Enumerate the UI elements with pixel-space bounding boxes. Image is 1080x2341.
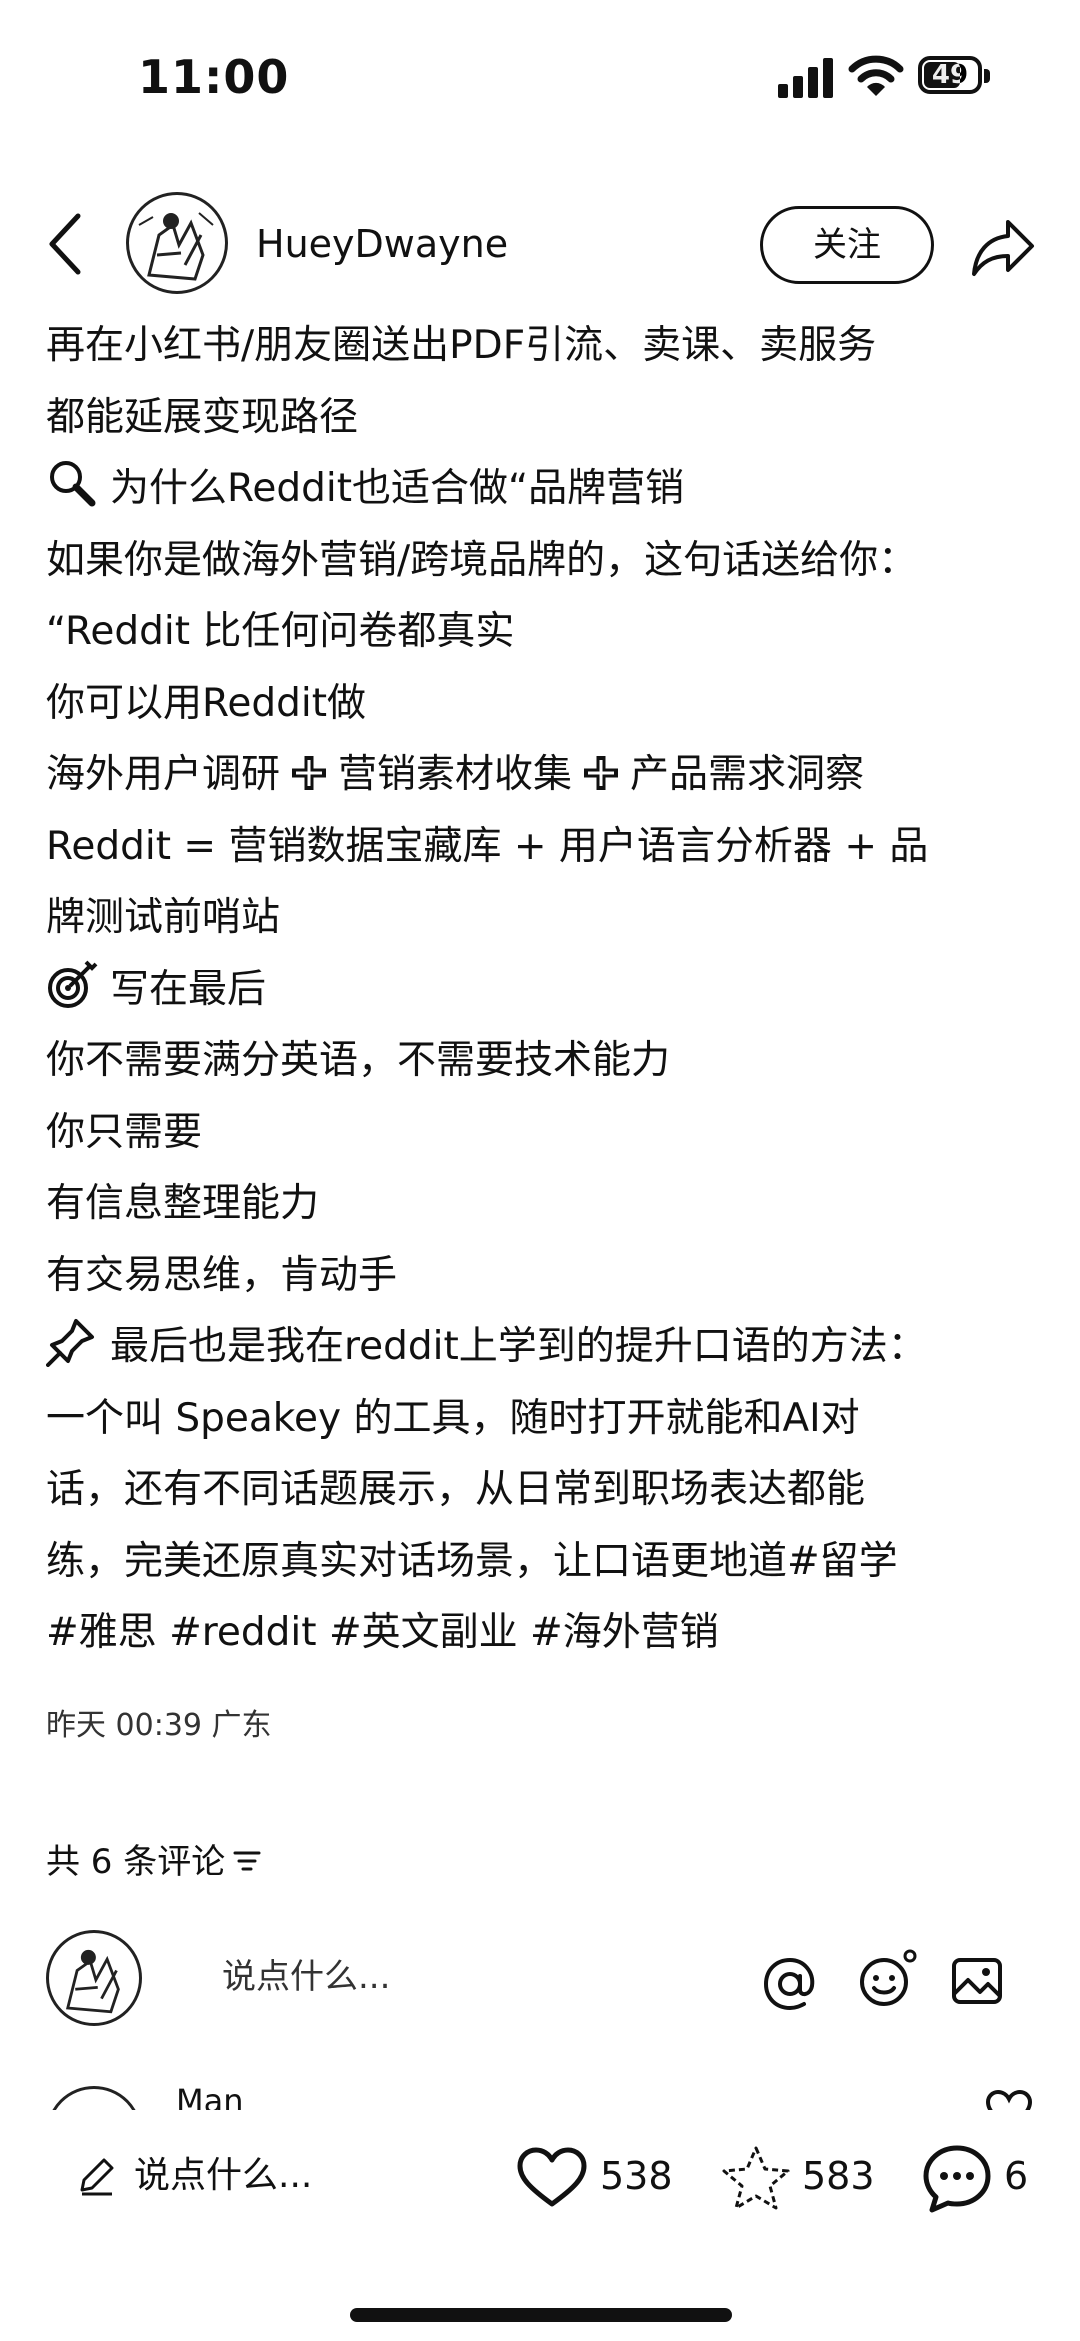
- status-bar: 11:00 49: [0, 0, 1080, 150]
- author-name[interactable]: HueyDwayne: [256, 218, 508, 270]
- my-avatar[interactable]: [46, 1930, 142, 2026]
- comment-like-icon[interactable]: [984, 2088, 1034, 2110]
- status-time: 11:00: [138, 50, 290, 104]
- collect-star-icon[interactable]: [720, 2144, 792, 2212]
- post-line: 练，完美还原真实对话场景，让口语更地道#留学: [46, 1538, 898, 1584]
- post-line: 如果你是做海外营销/跨境品牌的，这句话送给你：: [46, 537, 918, 583]
- like-count: 538: [600, 2154, 673, 2198]
- comment-item[interactable]: Man: [0, 2080, 1080, 2110]
- avatar-illustration-icon: [138, 212, 214, 281]
- post-line-text: 写在最后: [110, 966, 267, 1012]
- sparkle-cross-icon: [292, 756, 327, 790]
- post-line: 牌测试前哨站: [46, 895, 281, 940]
- post-line: 你不需要满分英语，不需要技术能力: [46, 1038, 671, 1083]
- comment-count-header[interactable]: 共 6 条评论: [46, 1834, 263, 1883]
- bottom-comment-input[interactable]: 说点什么...: [134, 2146, 312, 2206]
- comment-count-label: 共 6 条评论: [46, 1842, 226, 1882]
- back-arrow-icon[interactable]: [44, 210, 88, 278]
- pushpin-emoji-icon: [46, 1319, 94, 1367]
- post-line-text: 营销素材收集: [338, 752, 573, 797]
- target-emoji-icon: [48, 960, 98, 1008]
- post-line: 你可以用Reddit做: [46, 680, 366, 726]
- comment-input-row: 说点什么...: [0, 1924, 1080, 2034]
- post-line-text: 产品需求洞察: [630, 752, 865, 797]
- post-hashtags[interactable]: #雅思 #reddit #英文副业 #海外营销: [46, 1597, 1046, 1669]
- magnifier-emoji-icon: [50, 461, 96, 507]
- comment-input[interactable]: 说点什么...: [186, 1944, 706, 2010]
- post-body: 再在小红书/朋友圈送出PDF引流、卖课、卖服务 都能延展变现路径 为什么Redd…: [46, 310, 1046, 1669]
- bottom-action-bar: 说点什么... 538 583 6: [0, 2120, 1080, 2260]
- post-header: HueyDwayne 关注: [0, 190, 1080, 300]
- post-line: 有交易思维，肯动手: [46, 1252, 398, 1298]
- post-line: Reddit = 营销数据宝藏库 + 用户语言分析器 + 品: [46, 823, 929, 869]
- sort-filter-icon[interactable]: [231, 1847, 263, 1875]
- post-line-with-icon: 为什么Reddit也适合做“品牌营销: [46, 453, 1046, 525]
- home-indicator[interactable]: [350, 2308, 732, 2322]
- post-line: 有信息整理能力: [46, 1181, 320, 1226]
- battery-level: 49: [931, 60, 969, 90]
- image-picker-icon[interactable]: [950, 1954, 1004, 2008]
- post-meta: 昨天 00:39 广东: [46, 1708, 272, 1743]
- post-line-text: 为什么Reddit也适合做“品牌营销: [110, 466, 685, 511]
- post-line: 话，还有不同话题展示，从日常到职场表达都能: [46, 1467, 866, 1512]
- comment-bubble-icon[interactable]: [920, 2142, 994, 2216]
- comment-total-count: 6: [1004, 2154, 1029, 2198]
- post-line-with-icons: 海外用户调研 营销素材收集 产品需求洞察: [46, 739, 1046, 811]
- avatar-illustration-icon: [65, 1949, 120, 2014]
- post-line-with-icon: 写在最后: [46, 954, 1046, 1026]
- sparkle-cross-icon: [584, 756, 619, 790]
- like-heart-icon[interactable]: [516, 2146, 588, 2210]
- commenter-name[interactable]: Man: [176, 2082, 244, 2110]
- commenter-avatar[interactable]: [46, 2086, 142, 2110]
- post-line-with-icon: 最后也是我在reddit上学到的提升口语的方法：: [46, 1311, 1046, 1383]
- follow-button[interactable]: 关注: [760, 206, 934, 284]
- cellular-signal-icon: [778, 58, 833, 98]
- post-line: 都能延展变现路径: [46, 394, 359, 440]
- author-avatar[interactable]: [126, 192, 228, 294]
- post-line: 一个叫 Speakey 的工具，随时打开就能和AI对: [46, 1395, 860, 1441]
- collect-count: 583: [802, 2154, 875, 2198]
- pencil-icon[interactable]: [76, 2156, 116, 2196]
- post-line: “Reddit 比任何问卷都真实: [46, 609, 515, 654]
- battery-icon: 49: [918, 56, 994, 96]
- post-line-text: 最后也是我在reddit上学到的提升口语的方法：: [110, 1324, 927, 1369]
- post-line: 你只需要: [46, 1109, 203, 1155]
- post-line: 再在小红书/朋友圈送出PDF引流、卖课、卖服务: [46, 323, 877, 368]
- wifi-icon: [848, 55, 904, 96]
- mention-at-icon[interactable]: [762, 1956, 818, 2012]
- share-icon[interactable]: [970, 216, 1036, 278]
- emoji-smile-icon[interactable]: [856, 1946, 920, 2010]
- post-line-text: 海外用户调研: [46, 752, 281, 797]
